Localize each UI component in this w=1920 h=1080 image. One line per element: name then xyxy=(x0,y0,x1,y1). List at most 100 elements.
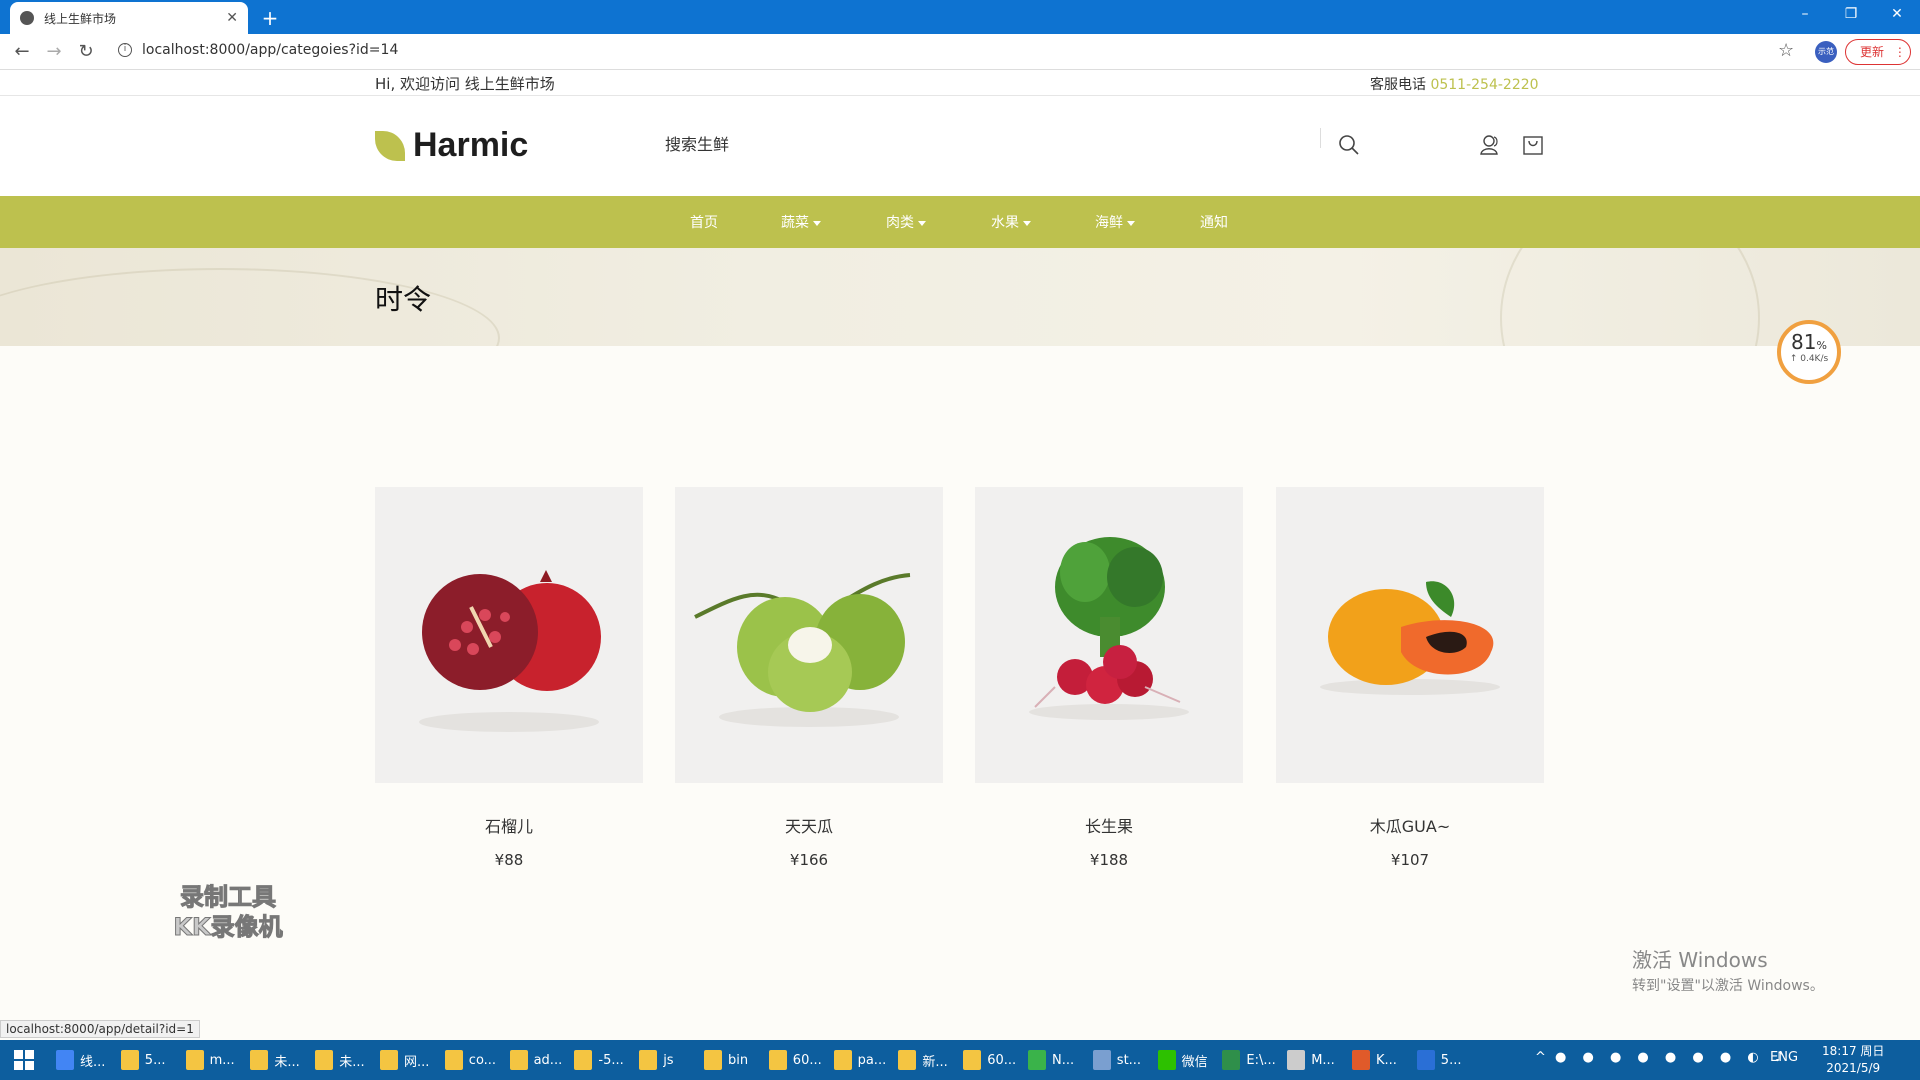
tray-icons[interactable]: ● ● ● ● ● ● ● ◐ ♪ xyxy=(1555,1050,1789,1065)
taskbar-item-label: 60... xyxy=(792,1052,822,1068)
windows-taskbar: 线... 5... m... 未... 未... 网... co... ad... -5... j… xyxy=(0,1040,1920,1080)
hotline-label: 客服电话 xyxy=(1370,77,1426,93)
nav-home[interactable]: 首页 xyxy=(690,212,718,232)
taskbar-item[interactable]: bin xyxy=(704,1046,748,1074)
search-input[interactable] xyxy=(660,126,1320,162)
close-tab-icon[interactable]: ✕ xyxy=(226,10,238,26)
taskbar-item[interactable]: ad... xyxy=(509,1046,562,1074)
app-icon xyxy=(509,1050,528,1070)
radish-image[interactable] xyxy=(975,487,1243,783)
app-icon xyxy=(768,1050,787,1070)
site-logo[interactable]: Harmic xyxy=(375,126,528,165)
user-icon[interactable] xyxy=(1480,134,1502,156)
browser-tab[interactable]: 线上生鲜市场 ✕ xyxy=(10,2,248,34)
nav-meat[interactable]: 肉类 xyxy=(886,212,926,232)
caret-down-icon xyxy=(1023,220,1031,226)
taskbar-item[interactable]: 60... xyxy=(768,1046,822,1074)
app-icon xyxy=(898,1050,917,1070)
taskbar-clock[interactable]: 18:17 周日 2021/5/9 xyxy=(1822,1043,1884,1077)
taskbar-item[interactable]: 网... xyxy=(380,1046,429,1074)
windows-start-icon[interactable] xyxy=(14,1050,34,1070)
taskbar-item[interactable]: 线... xyxy=(56,1046,105,1074)
app-icon xyxy=(185,1050,204,1070)
nav-notice[interactable]: 通知 xyxy=(1200,212,1228,232)
product-card[interactable]: 石榴儿 ¥88 xyxy=(375,487,643,869)
product-name[interactable]: 天天瓜 xyxy=(675,813,943,837)
tray-chevron-icon[interactable]: ^ xyxy=(1535,1050,1546,1065)
activate-subtitle: 转到"设置"以激活 Windows。 xyxy=(1632,978,1824,994)
url-field[interactable]: localhost:8000/app/categoies?id=14 xyxy=(142,42,398,58)
product-name[interactable]: 木瓜GUA~ xyxy=(1276,813,1544,837)
product-name[interactable]: 石榴儿 xyxy=(375,813,643,837)
update-button[interactable]: 更新 ⋮ xyxy=(1845,39,1911,65)
pomegranate-image[interactable] xyxy=(375,487,643,783)
taskbar-item[interactable]: 60... xyxy=(963,1046,1016,1074)
welcome-text: Hi, 欢迎访问 线上生鲜市场 xyxy=(375,75,555,93)
taskbar-item-label: 微信 xyxy=(1181,1054,1208,1070)
coconut-image[interactable] xyxy=(675,487,943,783)
taskbar-item[interactable]: co... xyxy=(444,1046,497,1074)
profile-avatar[interactable]: 示范 xyxy=(1815,41,1837,63)
speed-percent: 81 xyxy=(1791,330,1817,354)
taskbar-item[interactable]: 未... xyxy=(315,1046,365,1074)
taskbar-item[interactable]: m... xyxy=(185,1046,235,1074)
taskbar-item[interactable]: K... xyxy=(1352,1046,1397,1074)
page-banner: 时令 xyxy=(0,248,1920,346)
nav-vegetables[interactable]: 蔬菜 xyxy=(781,212,821,232)
hotline: 客服电话 0511-254-2220 xyxy=(1370,74,1539,94)
speed-unit: % xyxy=(1816,339,1827,352)
menu-kebab-icon: ⋮ xyxy=(1893,45,1906,59)
taskbar-item[interactable]: pa... xyxy=(833,1046,886,1074)
product-card[interactable]: 长生果 ¥188 xyxy=(975,487,1243,869)
forward-button[interactable]: → xyxy=(42,40,66,64)
nav-seafood[interactable]: 海鲜 xyxy=(1095,212,1135,232)
back-button[interactable]: ← xyxy=(10,40,34,64)
search-icon[interactable] xyxy=(1338,134,1360,156)
speed-rate: ↑ 0.4K/s xyxy=(1789,354,1829,364)
new-tab-button[interactable]: + xyxy=(258,6,282,30)
caret-down-icon xyxy=(813,220,821,226)
leaf-logo-icon xyxy=(375,130,405,161)
cart-icon[interactable] xyxy=(1522,134,1544,156)
taskbar-item[interactable]: 5... xyxy=(120,1046,165,1074)
taskbar-item-label: js xyxy=(663,1052,674,1068)
product-card[interactable]: 木瓜GUA~ ¥107 xyxy=(1276,487,1544,869)
taskbar-item[interactable]: N... xyxy=(1028,1046,1074,1074)
taskbar-item[interactable]: 新... xyxy=(898,1046,948,1074)
taskbar-item[interactable]: -5... xyxy=(574,1046,624,1074)
minimize-button[interactable]: – xyxy=(1782,0,1828,30)
status-bar-url: localhost:8000/app/detail?id=1 xyxy=(0,1020,200,1038)
app-icon xyxy=(963,1050,982,1070)
app-icon xyxy=(1157,1050,1176,1070)
taskbar-item[interactable]: M... xyxy=(1287,1046,1335,1074)
network-speed-widget[interactable]: 81% ↑ 0.4K/s xyxy=(1777,320,1841,384)
clock-date: 2021/5/9 xyxy=(1826,1061,1881,1075)
taskbar-item-label: 未... xyxy=(339,1054,365,1070)
product-price: ¥107 xyxy=(1390,851,1430,869)
site-info-icon[interactable]: i xyxy=(118,43,132,57)
bookmark-star-icon[interactable]: ☆ xyxy=(1778,40,1794,61)
taskbar-item[interactable]: 微信 xyxy=(1157,1046,1208,1074)
taskbar-item[interactable]: 未... xyxy=(250,1046,300,1074)
taskbar-item[interactable]: E:\... xyxy=(1222,1046,1276,1074)
app-icon xyxy=(250,1050,269,1070)
taskbar-item[interactable]: js xyxy=(639,1046,674,1074)
brand-name: Harmic xyxy=(413,126,529,164)
taskbar-item-label: co... xyxy=(468,1052,497,1068)
taskbar-item[interactable]: 5... xyxy=(1416,1046,1461,1074)
close-window-button[interactable]: ✕ xyxy=(1874,0,1920,30)
reload-button[interactable]: ↻ xyxy=(74,40,98,64)
taskbar-item-label: 线... xyxy=(80,1054,106,1070)
restore-button[interactable]: ❐ xyxy=(1828,0,1874,30)
nav-fruit-label: 水果 xyxy=(991,215,1019,231)
input-language[interactable]: ENG xyxy=(1770,1050,1798,1065)
papaya-image[interactable] xyxy=(1276,487,1544,783)
taskbar-item[interactable]: st... xyxy=(1092,1046,1141,1074)
taskbar-item-label: m... xyxy=(209,1052,235,1068)
nav-fruit[interactable]: 水果 xyxy=(991,212,1031,232)
product-name[interactable]: 长生果 xyxy=(975,813,1243,837)
app-icon xyxy=(56,1050,74,1070)
product-card[interactable]: 天天瓜 ¥166 xyxy=(675,487,943,869)
clock-time: 18:17 周日 xyxy=(1822,1044,1885,1058)
recorder-watermark-line1: 录制工具 xyxy=(180,883,277,912)
